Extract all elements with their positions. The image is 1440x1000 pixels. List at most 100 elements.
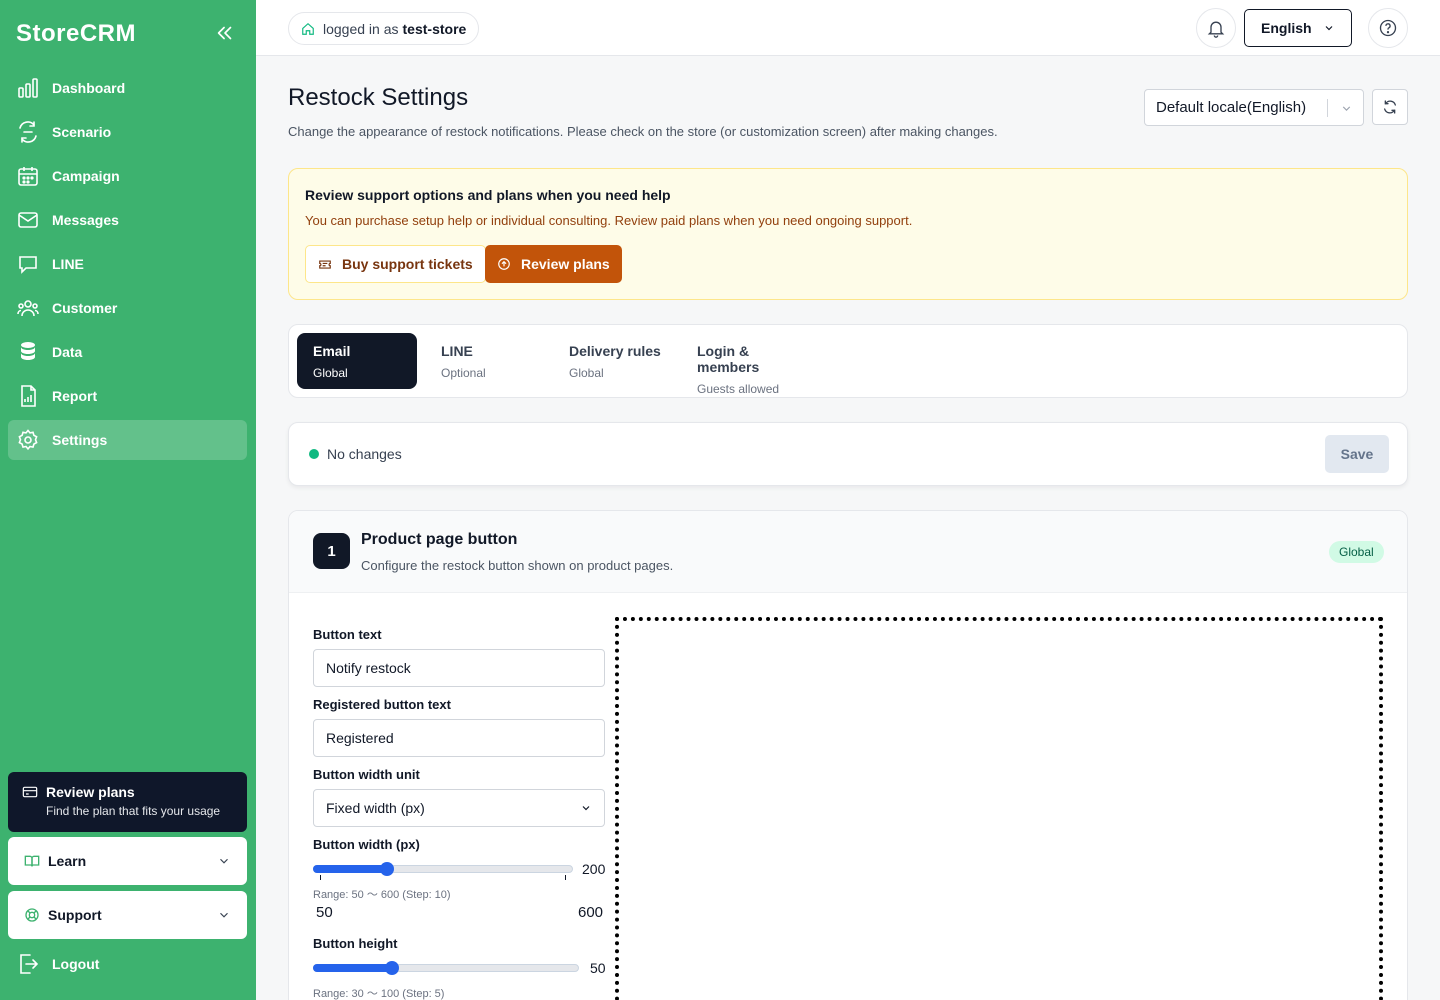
tab-label: LINE xyxy=(441,343,473,359)
width-min: 50 xyxy=(316,904,333,921)
database-icon xyxy=(21,342,35,360)
tab-label: Delivery rules xyxy=(569,343,661,359)
slider-fill xyxy=(313,964,392,972)
tab-email[interactable]: Email Global xyxy=(297,333,417,389)
chevron-down-icon xyxy=(220,858,228,864)
height-label: Button height xyxy=(313,936,398,951)
language-value: English xyxy=(1261,20,1312,36)
sidebar-item-label: Data xyxy=(52,344,83,360)
sidebar-item-label: Scenario xyxy=(52,124,112,140)
sidebar-item-customer[interactable]: Customer xyxy=(8,288,247,328)
chevron-down-icon xyxy=(582,806,590,811)
width-value: 200 xyxy=(582,861,606,877)
section-subtitle: Configure the restock button shown on pr… xyxy=(361,558,674,573)
sidebar-item-data[interactable]: Data xyxy=(8,332,247,372)
review-plans-title: Review plans xyxy=(46,784,135,800)
slider-thumb[interactable] xyxy=(380,862,394,876)
locale-select[interactable]: Default locale(English) xyxy=(1144,89,1364,126)
help-button[interactable] xyxy=(1368,8,1408,48)
review-plans-button[interactable]: Review plans xyxy=(485,245,622,283)
page-subtitle: Change the appearance of restock notific… xyxy=(288,124,998,139)
chevron-down-icon xyxy=(1342,106,1351,111)
tab-label: Email xyxy=(313,343,351,359)
button-width-slider[interactable] xyxy=(313,859,573,880)
book-icon xyxy=(24,855,40,867)
login-prefix: logged in as xyxy=(323,20,399,37)
learn-label: Learn xyxy=(48,853,87,869)
sidebar-item-label: Messages xyxy=(52,212,119,228)
product-page-button-section: 1 Product page button Configure the rest… xyxy=(288,510,1408,1000)
logout-button[interactable]: Logout xyxy=(16,952,99,976)
sidebar-review-plans[interactable]: Review plans Find the plan that fits you… xyxy=(8,772,247,832)
sidebar-nav: Dashboard Scenario Campaign Messages LIN… xyxy=(8,68,247,464)
help-icon xyxy=(1379,19,1397,37)
bell-icon xyxy=(1207,21,1225,38)
tab-label: Login & members xyxy=(697,343,760,375)
slider-tick xyxy=(320,875,321,880)
chat-icon xyxy=(19,256,37,274)
button-height-slider[interactable] xyxy=(313,958,579,978)
sidebar-item-line[interactable]: LINE xyxy=(8,244,247,284)
buy-support-tickets-button[interactable]: Buy support tickets xyxy=(305,245,486,283)
tab-sub: Guests allowed xyxy=(697,382,780,396)
section-title: Product page button xyxy=(361,531,518,548)
scope-badge: Global xyxy=(1329,541,1384,563)
tab-login-members[interactable]: Login & members Guests allowed xyxy=(681,333,831,396)
page-title: Restock Settings xyxy=(288,84,469,111)
registered-text-label: Registered button text xyxy=(313,697,451,712)
width-unit-value: Fixed width (px) xyxy=(326,800,425,816)
button-text-label: Button text xyxy=(313,627,382,642)
tab-sub: Optional xyxy=(441,366,486,380)
step-number: 1 xyxy=(313,533,350,569)
registered-text-input[interactable]: Registered xyxy=(313,719,605,757)
change-status-bar: No changes Save xyxy=(288,422,1408,486)
tab-delivery-rules[interactable]: Delivery rules Global xyxy=(553,333,681,389)
gear-icon xyxy=(18,429,38,451)
language-select[interactable]: English xyxy=(1244,9,1352,47)
sidebar-item-messages[interactable]: Messages xyxy=(8,200,247,240)
chevron-down-icon xyxy=(1325,26,1333,31)
width-unit-label: Button width unit xyxy=(313,767,420,782)
width-range-hint: Range: 50 〜 600 (Step: 10) xyxy=(313,889,451,901)
buy-tickets-label: Buy support tickets xyxy=(342,256,473,272)
sidebar-item-campaign[interactable]: Campaign xyxy=(8,156,247,196)
tab-line[interactable]: LINE Optional xyxy=(425,333,545,389)
width-label: Button width (px) xyxy=(313,837,420,852)
sidebar-item-scenario[interactable]: Scenario xyxy=(8,112,247,152)
lifebuoy-icon xyxy=(25,908,39,922)
notifications-button[interactable] xyxy=(1196,8,1236,48)
width-unit-select[interactable]: Fixed width (px) xyxy=(313,789,605,827)
sidebar-learn-dropdown[interactable]: Learn xyxy=(8,837,247,885)
status-dot xyxy=(309,449,319,459)
report-icon xyxy=(21,385,36,407)
height-value: 50 xyxy=(590,960,606,976)
collapse-sidebar-icon[interactable] xyxy=(214,22,236,44)
login-status[interactable]: logged in as test-store xyxy=(288,12,480,45)
sidebar-item-report[interactable]: Report xyxy=(8,376,247,416)
sidebar-item-dashboard[interactable]: Dashboard xyxy=(8,68,247,108)
sidebar-support-dropdown[interactable]: Support xyxy=(8,891,247,939)
select-separator xyxy=(1327,99,1328,117)
review-plans-subtitle: Find the plan that fits your usage xyxy=(46,804,221,818)
button-text-input[interactable]: Notify restock xyxy=(313,649,605,687)
calendar-icon xyxy=(18,167,38,186)
mail-icon xyxy=(18,212,38,228)
slider-thumb[interactable] xyxy=(385,961,399,975)
sidebar-item-label: Report xyxy=(52,388,98,404)
home-icon xyxy=(302,22,314,35)
width-max: 600 xyxy=(578,904,604,921)
logout-label: Logout xyxy=(52,956,100,972)
refresh-icon xyxy=(1384,100,1396,114)
save-button[interactable]: Save xyxy=(1325,435,1389,473)
arrow-up-circle-icon xyxy=(498,258,510,270)
sidebar-item-settings[interactable]: Settings xyxy=(8,420,247,460)
refresh-button[interactable] xyxy=(1372,89,1408,125)
tab-sub: Global xyxy=(313,366,348,380)
topbar: logged in as test-store English xyxy=(256,0,1440,56)
sidebar-item-label: LINE xyxy=(52,256,84,272)
sidebar-item-label: Campaign xyxy=(52,168,120,184)
brand-logo: StoreCRM xyxy=(16,20,137,47)
sidebar-item-label: Customer xyxy=(52,300,118,316)
button-preview-area xyxy=(615,617,1383,1000)
store-name: test-store xyxy=(402,20,467,37)
